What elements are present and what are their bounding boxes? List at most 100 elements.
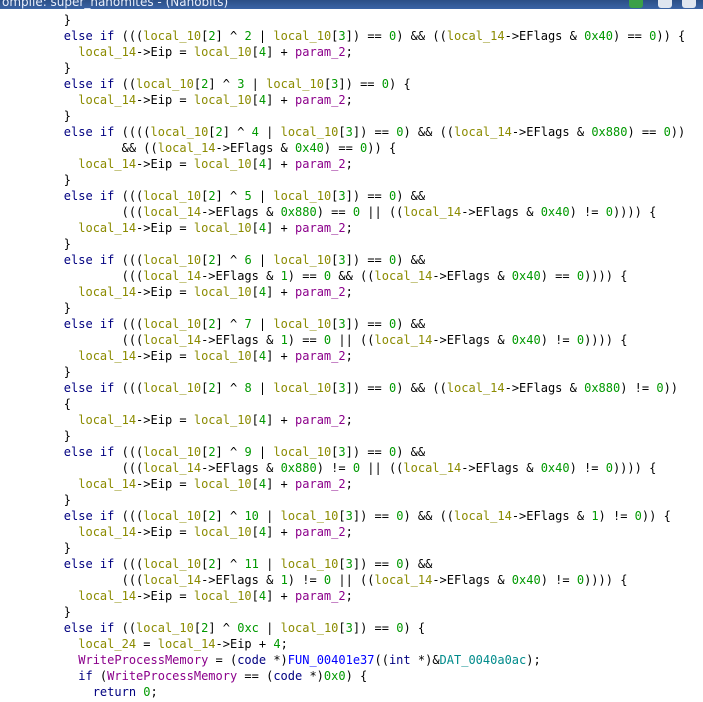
code-line[interactable]: else if ((local_10[2] ^ 0xc | local_10[3… (0, 620, 703, 636)
code-line[interactable]: local_14->Eip = local_10[4] + param_2; (0, 588, 703, 604)
code-line[interactable]: (((local_14->EFlags & 1) == 0 && ((local… (0, 268, 703, 284)
code-token: ) != (316, 461, 353, 475)
code-line[interactable]: } (0, 60, 703, 76)
code-token: local_10 (143, 29, 202, 43)
code-token: local_10 (280, 509, 339, 523)
code-token: ] ^ (208, 621, 238, 635)
code-token: ->EFlags & (461, 461, 541, 475)
code-token: 0x40 (540, 461, 570, 475)
code-line[interactable]: else if (((local_10[2] ^ 8 | local_10[3]… (0, 380, 703, 396)
code-line[interactable]: } (0, 300, 703, 316)
code-line[interactable]: if (WriteProcessMemory == (code *)0x0) { (0, 668, 703, 684)
code-token: (( (374, 653, 389, 667)
refresh-icon[interactable] (629, 0, 643, 8)
code-token: ]) == (345, 317, 389, 331)
code-line[interactable]: local_14->Eip = local_10[4] + param_2; (0, 348, 703, 364)
code-token: ) == (540, 269, 577, 283)
code-line[interactable]: (((local_14->EFlags & 0x880) != 0 || ((l… (0, 460, 703, 476)
code-line[interactable]: return 0; (0, 684, 703, 700)
code-token: ((( (6, 205, 144, 219)
code-token: ] + (266, 589, 296, 603)
code-token: | (258, 621, 281, 635)
code-line[interactable]: else if (((local_10[2] ^ 7 | local_10[3]… (0, 316, 703, 332)
code-token: param_2 (295, 477, 346, 491)
code-line[interactable]: } (0, 540, 703, 556)
code-line[interactable]: } (0, 604, 703, 620)
code-token: 9 (244, 445, 252, 459)
code-line[interactable]: } (0, 492, 703, 508)
code-line[interactable]: else if (((local_10[2] ^ 6 | local_10[3]… (0, 252, 703, 268)
code-line[interactable]: { (0, 396, 703, 412)
code-line[interactable]: && ((local_14->EFlags & 0x40) == 0)) { (0, 140, 703, 156)
code-token: ->EFlags & (201, 269, 281, 283)
code-line[interactable]: (((local_14->EFlags & 1) != 0 || ((local… (0, 572, 703, 588)
code-token: 3 (338, 381, 346, 395)
code-token: ; (345, 349, 353, 363)
code-token: [ (338, 557, 346, 571)
code-line[interactable]: (((local_14->EFlags & 1) == 0 || ((local… (0, 332, 703, 348)
code-line[interactable]: } (0, 364, 703, 380)
code-line[interactable]: } (0, 236, 703, 252)
code-token: else if (6, 381, 122, 395)
code-line[interactable]: local_14->Eip = local_10[4] + param_2; (0, 44, 703, 60)
code-token: 6 (244, 253, 252, 267)
code-token: 0x40 (295, 141, 324, 155)
code-token: ] + (266, 221, 296, 235)
code-token: ((( (121, 509, 144, 523)
code-token: ] + (266, 285, 296, 299)
copy-icon[interactable] (658, 0, 672, 8)
code-token: 2 (208, 189, 216, 203)
code-line[interactable]: (((local_14->EFlags & 0x880) == 0 || ((l… (0, 204, 703, 220)
code-token: local_10 (143, 253, 202, 267)
code-line[interactable]: local_14->Eip = local_10[4] + param_2; (0, 284, 703, 300)
decompiler-code-view[interactable]: } else if (((local_10[2] ^ 2 | local_10[… (0, 12, 703, 700)
code-line[interactable]: else if (((local_10[2] ^ 9 | local_10[3]… (0, 444, 703, 460)
code-token: ) != (620, 381, 657, 395)
code-line[interactable]: } (0, 12, 703, 28)
code-line[interactable]: else if (((local_10[2] ^ 10 | local_10[3… (0, 508, 703, 524)
code-token: ; (345, 589, 353, 603)
code-line[interactable]: } (0, 428, 703, 444)
code-token: ) { (389, 77, 411, 91)
code-token: local_14 (78, 349, 137, 363)
code-token: local_10 (143, 509, 202, 523)
code-token: local_10 (280, 125, 339, 139)
code-token: [ (208, 125, 216, 139)
code-line[interactable]: else if ((((local_10[2] ^ 4 | local_10[3… (0, 124, 703, 140)
code-token: ) && (( (403, 509, 455, 523)
code-token: param_2 (295, 589, 346, 603)
code-line[interactable]: local_14->Eip = local_10[4] + param_2; (0, 412, 703, 428)
code-line[interactable]: WriteProcessMemory = (code *)FUN_00401e3… (0, 652, 703, 668)
code-line[interactable]: local_14->Eip = local_10[4] + param_2; (0, 156, 703, 172)
code-token: local_14 (143, 269, 202, 283)
code-token: ->Eip = (136, 525, 194, 539)
code-line[interactable]: else if (((local_10[2] ^ 5 | local_10[3]… (0, 188, 703, 204)
code-line[interactable]: else if (((local_10[2] ^ 11 | local_10[3… (0, 556, 703, 572)
code-token: 0x880 (591, 125, 628, 139)
code-token: ] + (266, 157, 296, 171)
code-line[interactable]: local_14->Eip = local_10[4] + param_2; (0, 220, 703, 236)
code-line[interactable]: local_14->Eip = local_10[4] + param_2; (0, 92, 703, 108)
more-icon[interactable] (682, 0, 696, 8)
code-token: 4 (273, 637, 281, 651)
code-token: 3 (345, 557, 353, 571)
code-line[interactable]: } (0, 172, 703, 188)
code-line[interactable]: else if ((local_10[2] ^ 3 | local_10[3])… (0, 76, 703, 92)
code-line[interactable]: else if (((local_10[2] ^ 2 | local_10[3]… (0, 28, 703, 44)
code-token: { (612, 333, 628, 347)
code-token: ) != (569, 205, 606, 219)
code-line[interactable]: local_14->Eip = local_10[4] + param_2; (0, 476, 703, 492)
code-line[interactable]: local_24 = local_14->Eip + 4; (0, 636, 703, 652)
code-line[interactable]: } (0, 108, 703, 124)
code-token: ->EFlags & (215, 141, 295, 155)
code-token: ->Eip = (136, 157, 194, 171)
code-token: } (6, 365, 72, 379)
code-token: local_10 (143, 189, 202, 203)
code-line[interactable]: local_14->Eip = local_10[4] + param_2; (0, 524, 703, 540)
code-token: ; (150, 685, 158, 699)
code-token: 0x40 (540, 205, 570, 219)
code-token: 10 (244, 509, 259, 523)
